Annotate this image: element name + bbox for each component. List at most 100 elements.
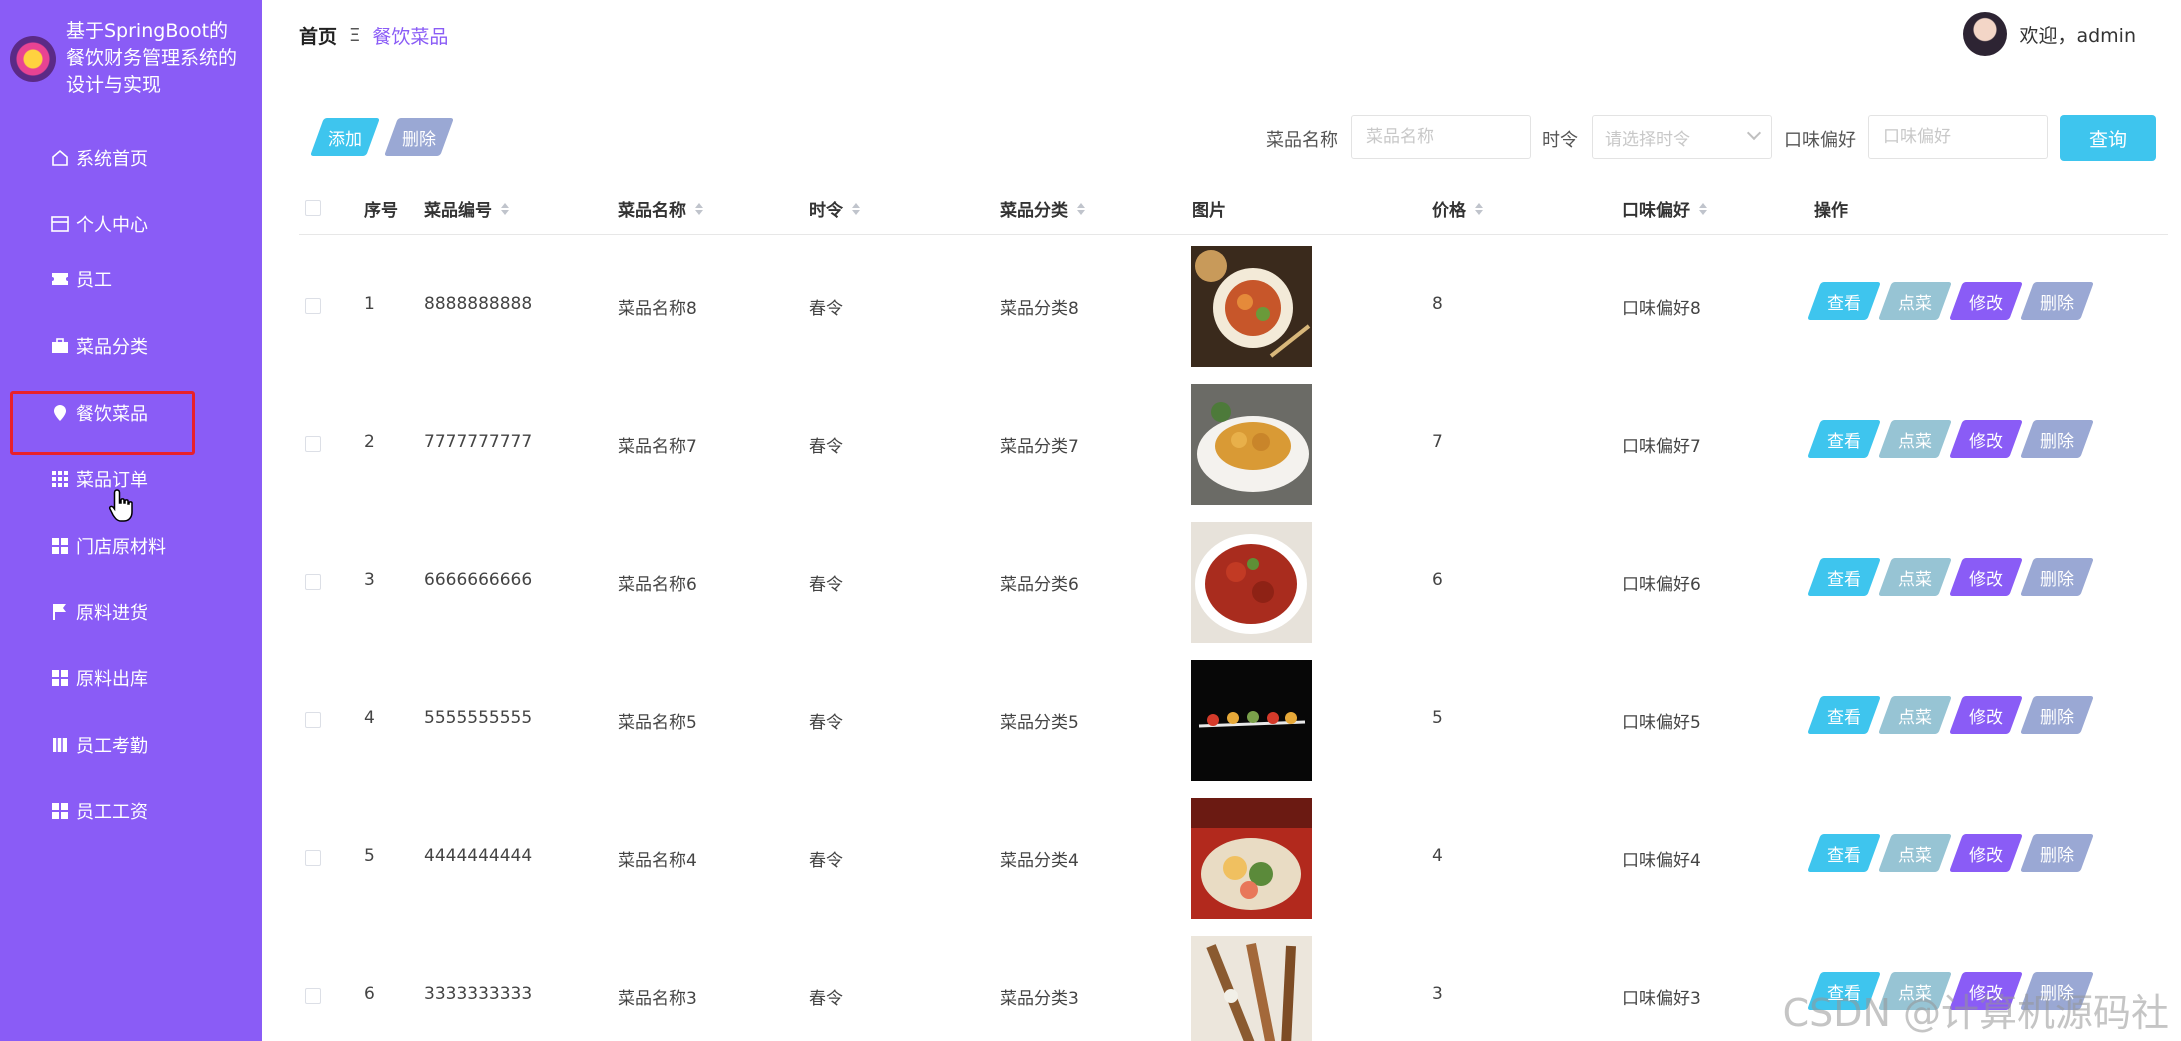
cell-index: 5 — [364, 846, 375, 866]
row-checkbox[interactable] — [305, 436, 321, 452]
sidebar-item-outbound[interactable]: 原料出库 — [50, 660, 148, 696]
add-button[interactable]: 添加 — [317, 118, 373, 156]
row-checkbox[interactable] — [305, 574, 321, 590]
cell-price: 3 — [1432, 984, 1443, 1004]
sidebar-item-label: 系统首页 — [76, 149, 148, 170]
row-actions: 查看 点菜 修改 删除 — [1814, 420, 2098, 458]
view-button[interactable]: 查看 — [1814, 282, 1874, 320]
delete-button[interactable]: 删除 — [2027, 834, 2087, 872]
active-menu-highlight — [10, 391, 195, 455]
cell-code: 6666666666 — [424, 570, 533, 590]
sort-icon — [1699, 202, 1707, 215]
cell-name: 菜品名称6 — [618, 575, 697, 595]
breadcrumb-home[interactable]: 首页 — [299, 22, 337, 49]
th-price[interactable]: 价格 — [1432, 196, 1483, 221]
row-checkbox[interactable] — [305, 850, 321, 866]
hand-cursor-icon — [108, 488, 138, 528]
app-root: 基于SpringBoot的餐饮财务管理系统的设计与实现 系统首页 个人中心 员工 — [0, 0, 2181, 1041]
sidebar: 基于SpringBoot的餐饮财务管理系统的设计与实现 系统首页 个人中心 员工 — [0, 0, 262, 1041]
th-code[interactable]: 菜品编号 — [424, 196, 509, 221]
order-button[interactable]: 点菜 — [1885, 420, 1945, 458]
th-index: 序号 — [364, 201, 398, 221]
dish-image[interactable] — [1191, 246, 1312, 367]
edit-button[interactable]: 修改 — [1956, 558, 2016, 596]
delete-button[interactable]: 删除 — [2027, 696, 2087, 734]
cell-code: 8888888888 — [424, 294, 533, 314]
edit-button[interactable]: 修改 — [1956, 834, 2016, 872]
delete-button[interactable]: 删除 — [2027, 420, 2087, 458]
sidebar-item-label: 员工考勤 — [76, 736, 148, 757]
cell-taste: 口味偏好8 — [1622, 299, 1701, 319]
app-title: 基于SpringBoot的餐饮财务管理系统的设计与实现 — [66, 20, 238, 96]
batch-delete-button[interactable]: 删除 — [391, 118, 447, 156]
order-button[interactable]: 点菜 — [1885, 558, 1945, 596]
edit-button[interactable]: 修改 — [1956, 282, 2016, 320]
order-button[interactable]: 点菜 — [1885, 696, 1945, 734]
sidebar-item-label: 员工 — [76, 270, 112, 291]
dish-image[interactable] — [1191, 798, 1312, 919]
sort-icon — [695, 202, 703, 215]
dish-image[interactable] — [1191, 384, 1312, 505]
sidebar-item-salary[interactable]: 员工工资 — [50, 793, 148, 829]
table-row: 3 6666666666 菜品名称6 春令 菜品分类6 6 口味偏好6 查看 点… — [299, 512, 2168, 650]
sidebar-item-dish-category[interactable]: 菜品分类 — [50, 328, 148, 364]
app-logo-icon — [10, 36, 56, 82]
row-actions: 查看 点菜 修改 删除 — [1814, 834, 2098, 872]
view-button[interactable]: 查看 — [1814, 558, 1874, 596]
cell-code: 7777777777 — [424, 432, 533, 452]
dish-name-input[interactable] — [1351, 115, 1531, 159]
select-all-checkbox[interactable] — [305, 200, 321, 216]
cell-price: 6 — [1432, 570, 1443, 590]
sidebar-item-attendance[interactable]: 员工考勤 — [50, 727, 148, 763]
row-checkbox[interactable] — [305, 988, 321, 1004]
th-season[interactable]: 时令 — [809, 196, 860, 221]
delete-button[interactable]: 删除 — [2027, 558, 2087, 596]
sidebar-item-profile[interactable]: 个人中心 — [50, 206, 148, 242]
season-select[interactable]: 请选择时令 — [1592, 115, 1772, 159]
sidebar-item-home[interactable]: 系统首页 — [50, 140, 148, 176]
dish-image[interactable] — [1191, 522, 1312, 643]
cell-season: 春令 — [809, 713, 843, 733]
th-category[interactable]: 菜品分类 — [1000, 196, 1085, 221]
sidebar-item-materials[interactable]: 门店原材料 — [50, 528, 166, 564]
cell-price: 4 — [1432, 846, 1443, 866]
cell-category: 菜品分类7 — [1000, 437, 1079, 457]
th-taste[interactable]: 口味偏好 — [1622, 196, 1707, 221]
query-button[interactable]: 查询 — [2060, 115, 2156, 161]
sort-icon — [852, 202, 860, 215]
cell-price: 5 — [1432, 708, 1443, 728]
order-button[interactable]: 点菜 — [1885, 834, 1945, 872]
user-menu[interactable]: 欢迎，admin — [1963, 12, 2136, 56]
taste-input[interactable] — [1868, 115, 2048, 159]
th-name[interactable]: 菜品名称 — [618, 196, 703, 221]
edit-button[interactable]: 修改 — [1956, 420, 2016, 458]
dish-name-label: 菜品名称 — [1266, 130, 1338, 151]
book-icon — [50, 735, 70, 755]
sort-icon — [1475, 202, 1483, 215]
view-button[interactable]: 查看 — [1814, 420, 1874, 458]
order-button[interactable]: 点菜 — [1885, 282, 1945, 320]
sidebar-item-employee[interactable]: 员工 — [50, 261, 112, 297]
view-button[interactable]: 查看 — [1814, 696, 1874, 734]
table-row: 2 7777777777 菜品名称7 春令 菜品分类7 7 口味偏好7 查看 点… — [299, 374, 2168, 512]
sidebar-item-label: 菜品分类 — [76, 337, 148, 358]
cell-index: 3 — [364, 570, 375, 590]
row-checkbox[interactable] — [305, 298, 321, 314]
delete-button[interactable]: 删除 — [2027, 282, 2087, 320]
sort-icon — [1077, 202, 1085, 215]
sidebar-item-label: 员工工资 — [76, 802, 148, 823]
cell-category: 菜品分类4 — [1000, 851, 1079, 871]
ticket-icon — [50, 269, 70, 289]
dish-image[interactable] — [1191, 660, 1312, 781]
edit-button[interactable]: 修改 — [1956, 696, 2016, 734]
sidebar-item-label: 原料出库 — [76, 669, 148, 690]
view-button[interactable]: 查看 — [1814, 834, 1874, 872]
sidebar-item-label: 原料进货 — [76, 603, 148, 624]
dish-image[interactable] — [1191, 936, 1312, 1041]
home-icon — [50, 148, 70, 168]
welcome-text: 欢迎，admin — [2019, 24, 2136, 47]
row-checkbox[interactable] — [305, 712, 321, 728]
brand: 基于SpringBoot的餐饮财务管理系统的设计与实现 — [0, 0, 262, 120]
season-label: 时令 — [1542, 130, 1578, 151]
sidebar-item-purchase[interactable]: 原料进货 — [50, 594, 148, 630]
